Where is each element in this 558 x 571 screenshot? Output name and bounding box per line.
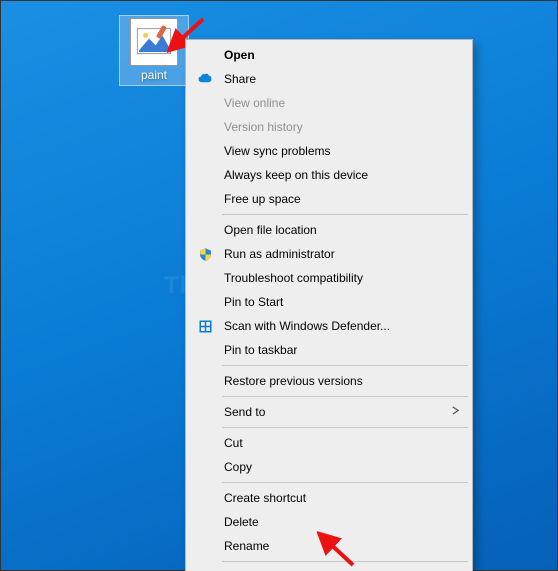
menu-item-copy[interactable]: Copy (188, 455, 470, 479)
onedrive-cloud-icon (196, 70, 214, 88)
context-menu: Open Share View online Version history V… (185, 39, 473, 571)
menu-item-version-history: Version history (188, 115, 470, 139)
menu-separator (222, 482, 468, 483)
menu-label: Open (224, 48, 255, 62)
menu-separator (222, 365, 468, 366)
menu-label: Pin to Start (224, 295, 283, 309)
menu-label: View sync problems (224, 144, 331, 158)
menu-label: Always keep on this device (224, 168, 368, 182)
menu-item-rename[interactable]: Rename (188, 534, 470, 558)
menu-label: Run as administrator (224, 247, 335, 261)
menu-item-share[interactable]: Share (188, 67, 470, 91)
menu-label: Version history (224, 120, 303, 134)
menu-separator (222, 214, 468, 215)
menu-label: Rename (224, 539, 269, 553)
menu-item-pin-to-start[interactable]: Pin to Start (188, 290, 470, 314)
defender-shield-icon (196, 317, 214, 335)
desktop-shortcut-paint[interactable]: paint (119, 15, 189, 86)
menu-item-run-as-administrator[interactable]: Run as administrator (188, 242, 470, 266)
menu-separator (222, 427, 468, 428)
menu-item-open[interactable]: Open (188, 43, 470, 67)
menu-separator (222, 561, 468, 562)
menu-label: Share (224, 72, 256, 86)
menu-label: Copy (224, 460, 252, 474)
menu-item-restore-previous-versions[interactable]: Restore previous versions (188, 369, 470, 393)
menu-label: Scan with Windows Defender... (224, 319, 390, 333)
menu-label: Restore previous versions (224, 374, 363, 388)
admin-shield-icon (196, 245, 214, 263)
menu-item-create-shortcut[interactable]: Create shortcut (188, 486, 470, 510)
menu-label: Send to (224, 405, 265, 419)
chevron-right-icon (451, 406, 460, 418)
menu-label: Troubleshoot compatibility (224, 271, 363, 285)
menu-label: Open file location (224, 223, 317, 237)
menu-label: Create shortcut (224, 491, 306, 505)
menu-item-scan-defender[interactable]: Scan with Windows Defender... (188, 314, 470, 338)
menu-item-pin-to-taskbar[interactable]: Pin to taskbar (188, 338, 470, 362)
menu-label: Delete (224, 515, 259, 529)
menu-item-free-up-space[interactable]: Free up space (188, 187, 470, 211)
menu-item-always-keep[interactable]: Always keep on this device (188, 163, 470, 187)
menu-item-open-file-location[interactable]: Open file location (188, 218, 470, 242)
menu-item-properties[interactable]: Properties (188, 565, 470, 571)
menu-label: Free up space (224, 192, 301, 206)
menu-label: Cut (224, 436, 243, 450)
menu-label: Pin to taskbar (224, 343, 297, 357)
menu-item-send-to[interactable]: Send to (188, 400, 470, 424)
desktop-shortcut-label: paint (120, 68, 188, 82)
menu-item-delete[interactable]: Delete (188, 510, 470, 534)
menu-item-troubleshoot-compatibility[interactable]: Troubleshoot compatibility (188, 266, 470, 290)
menu-item-view-sync-problems[interactable]: View sync problems (188, 139, 470, 163)
paint-shortcut-icon (130, 18, 178, 66)
menu-label: View online (224, 96, 285, 110)
desktop-background: TheGeekPage.com paint Open Share View o (0, 0, 558, 571)
menu-separator (222, 396, 468, 397)
menu-item-view-online: View online (188, 91, 470, 115)
menu-item-cut[interactable]: Cut (188, 431, 470, 455)
